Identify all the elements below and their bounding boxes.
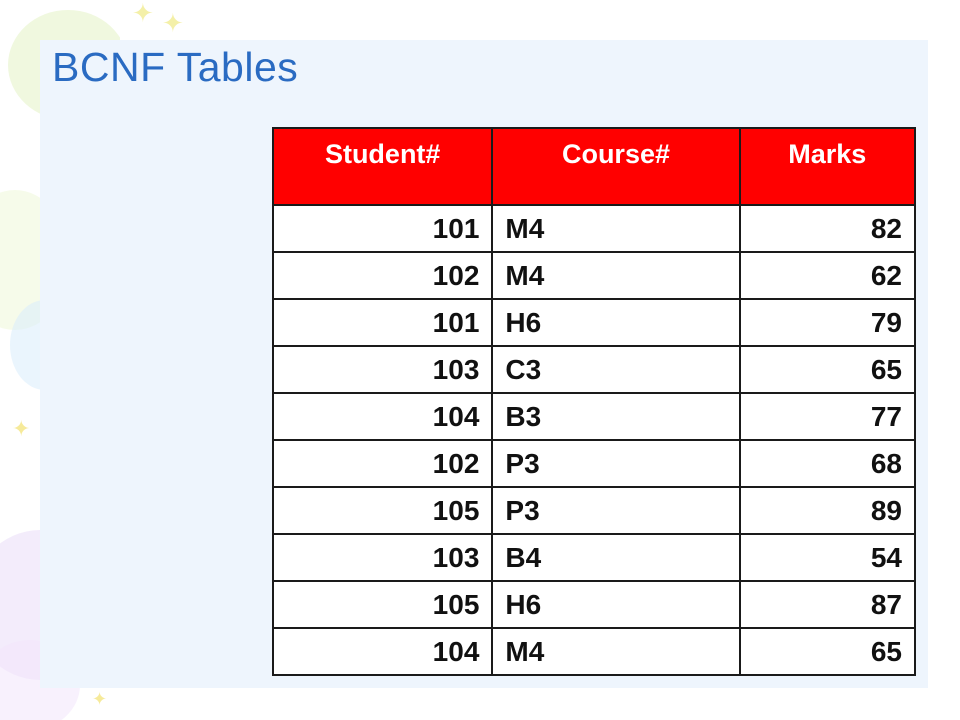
slide-title: BCNF Tables xyxy=(52,44,299,90)
star-icon: ✦ xyxy=(92,689,108,709)
course-cell: H6 xyxy=(491,580,741,629)
student-cell: 104 xyxy=(271,392,494,441)
bcnf-table: Student# Course# Marks 101 M4 82 102 M4 … xyxy=(271,127,917,676)
marks-cell: 77 xyxy=(738,392,917,441)
table-row: 103 C3 65 xyxy=(271,345,917,394)
table-row: 104 M4 65 xyxy=(271,627,917,676)
course-cell: B4 xyxy=(491,533,741,582)
table-row: 102 M4 62 xyxy=(271,251,917,300)
course-cell: M4 xyxy=(491,204,741,253)
table-row: 104 B3 77 xyxy=(271,392,917,441)
marks-cell: 82 xyxy=(738,204,917,253)
star-icon: ✦ xyxy=(12,416,31,441)
marks-cell: 65 xyxy=(738,345,917,394)
star-icon: ✦ xyxy=(132,0,154,28)
student-cell: 103 xyxy=(271,533,494,582)
course-cell: H6 xyxy=(491,298,741,347)
marks-cell: 87 xyxy=(738,580,917,629)
column-header-course: Course# xyxy=(491,127,741,206)
table-row: 102 P3 68 xyxy=(271,439,917,488)
student-cell: 102 xyxy=(271,251,494,300)
course-cell: P3 xyxy=(491,486,741,535)
student-cell: 101 xyxy=(271,298,494,347)
course-cell: C3 xyxy=(491,345,741,394)
student-cell: 105 xyxy=(271,486,494,535)
course-cell: B3 xyxy=(491,392,741,441)
column-header-student: Student# xyxy=(271,127,494,206)
marks-cell: 89 xyxy=(738,486,917,535)
course-cell: M4 xyxy=(491,627,741,676)
student-cell: 103 xyxy=(271,345,494,394)
student-cell: 104 xyxy=(271,627,494,676)
star-icon: ✦ xyxy=(162,8,184,38)
course-cell: M4 xyxy=(491,251,741,300)
student-cell: 105 xyxy=(271,580,494,629)
column-header-marks: Marks xyxy=(738,127,917,206)
marks-cell: 54 xyxy=(738,533,917,582)
student-cell: 101 xyxy=(271,204,494,253)
table-row: 101 H6 79 xyxy=(271,298,917,347)
table-header-row: Student# Course# Marks xyxy=(271,127,917,206)
table-row: 105 P3 89 xyxy=(271,486,917,535)
marks-cell: 68 xyxy=(738,439,917,488)
table-row: 101 M4 82 xyxy=(271,204,917,253)
marks-cell: 65 xyxy=(738,627,917,676)
marks-cell: 79 xyxy=(738,298,917,347)
marks-cell: 62 xyxy=(738,251,917,300)
table-row: 103 B4 54 xyxy=(271,533,917,582)
table-row: 105 H6 87 xyxy=(271,580,917,629)
course-cell: P3 xyxy=(491,439,741,488)
student-cell: 102 xyxy=(271,439,494,488)
